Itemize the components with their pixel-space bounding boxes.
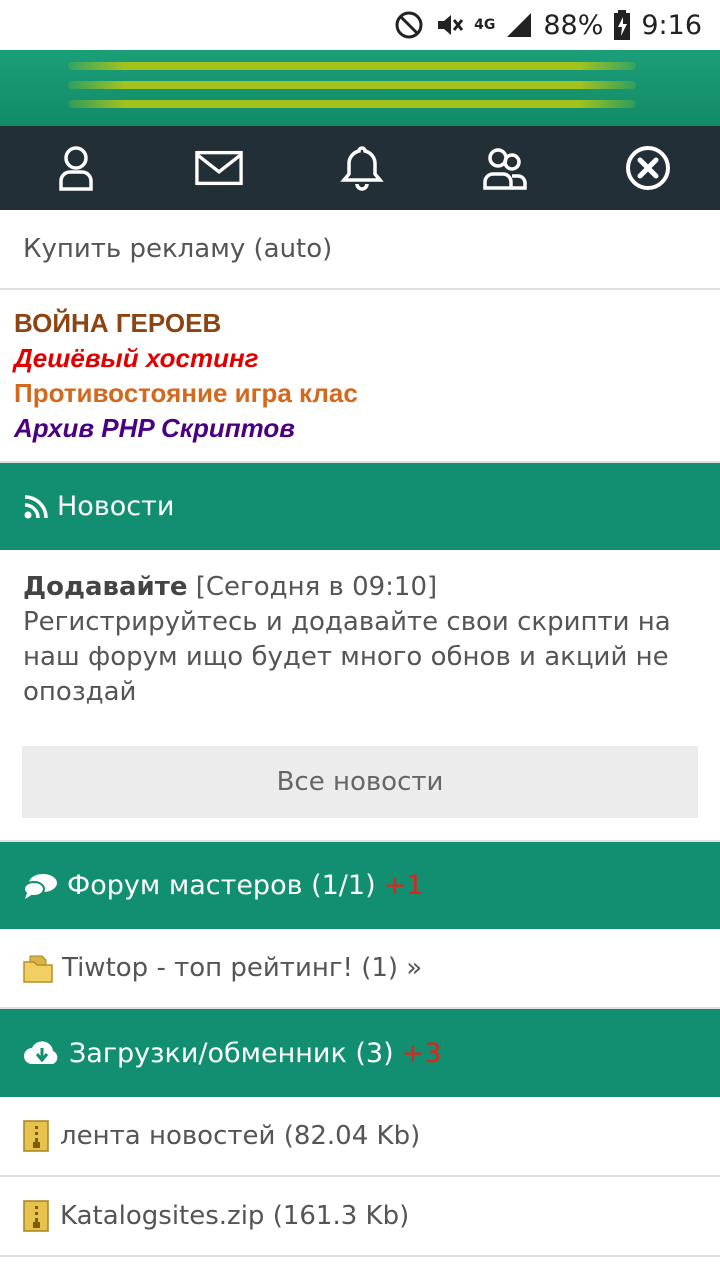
bell-icon <box>340 146 384 191</box>
forum-section-header[interactable]: Форум мастеров (1/1) +1 <box>0 842 720 929</box>
signal-icon <box>505 11 533 39</box>
network-type-indicator: 4G <box>474 17 496 33</box>
download-item-label: Katalogsites.zip (161.3 Kb) <box>60 1201 410 1231</box>
mute-icon <box>434 10 464 40</box>
clock: 9:16 <box>641 9 702 41</box>
archive-icon <box>22 1120 52 1152</box>
notifications-button[interactable] <box>338 144 386 192</box>
mail-button[interactable] <box>195 144 243 192</box>
exit-button[interactable] <box>624 144 672 192</box>
logo-stripe <box>68 81 636 89</box>
download-item[interactable]: лента новостей (82.04 Kb) <box>0 1097 720 1177</box>
news-section-header[interactable]: Новости <box>0 463 720 550</box>
downloads-section-title: Загрузки/обменник (3) <box>69 1037 394 1069</box>
downloads-new-badge: +3 <box>401 1037 442 1069</box>
logo-stripe <box>68 62 636 70</box>
promo-link[interactable]: ВОЙНА ГЕРОЕВ <box>14 306 358 341</box>
news-text: Регистрируйтесь и додавайте свои скрипти… <box>23 607 671 707</box>
user-icon <box>59 146 93 191</box>
buy-ad-link[interactable]: Купить рекламу (auto) <box>0 210 720 290</box>
news-section-title: Новости <box>57 491 175 522</box>
friends-button[interactable] <box>481 144 529 192</box>
forum-item[interactable]: Tiwtop - топ рейтинг! (1) » <box>0 929 720 1009</box>
all-news-button[interactable]: Все новости <box>22 746 698 818</box>
promo-link[interactable]: Дешёвый хостинг <box>14 341 358 376</box>
download-item[interactable]: Katalogsites.zip (161.3 Kb) <box>0 1177 720 1257</box>
all-news-label: Все новости <box>276 767 444 797</box>
close-circle-icon <box>626 146 670 190</box>
promo-link[interactable]: Архив PHP Скриптов <box>14 411 358 446</box>
archive-icon <box>22 1200 52 1232</box>
buy-ad-label: Купить рекламу (auto) <box>23 234 333 264</box>
forum-new-badge: +1 <box>383 870 424 901</box>
promo-links: ВОЙНА ГЕРОЕВ Дешёвый хостинг Противостоя… <box>14 306 358 446</box>
top-nav <box>0 126 720 210</box>
status-bar: 4G 88% 9:16 <box>0 0 720 50</box>
download-item-label: лента новостей (82.04 Kb) <box>60 1121 421 1151</box>
users-icon <box>483 148 527 190</box>
promo-link[interactable]: Противостояние игра клас <box>14 376 358 411</box>
downloads-section-header[interactable]: Загрузки/обменник (3) +3 <box>0 1009 720 1097</box>
forum-item-label: Tiwtop - топ рейтинг! (1) » <box>62 953 423 983</box>
rss-icon <box>23 494 49 520</box>
battery-percent: 88% <box>543 9 604 41</box>
logo-stripe <box>68 100 636 108</box>
forum-section-title: Форум мастеров (1/1) <box>67 870 376 901</box>
do-not-disturb-icon <box>394 10 424 40</box>
news-item: Додавайте [Сегодня в 09:10] Регистрируйт… <box>23 570 693 710</box>
profile-button[interactable] <box>52 144 100 192</box>
chat-bubbles-icon <box>23 872 59 900</box>
mail-icon <box>195 150 243 186</box>
news-title[interactable]: Додавайте <box>23 572 187 602</box>
news-date: [Сегодня в 09:10] <box>195 572 438 602</box>
site-header <box>0 50 720 126</box>
folder-icon <box>22 952 54 984</box>
battery-charging-icon <box>613 10 631 40</box>
cloud-download-icon <box>23 1038 61 1068</box>
